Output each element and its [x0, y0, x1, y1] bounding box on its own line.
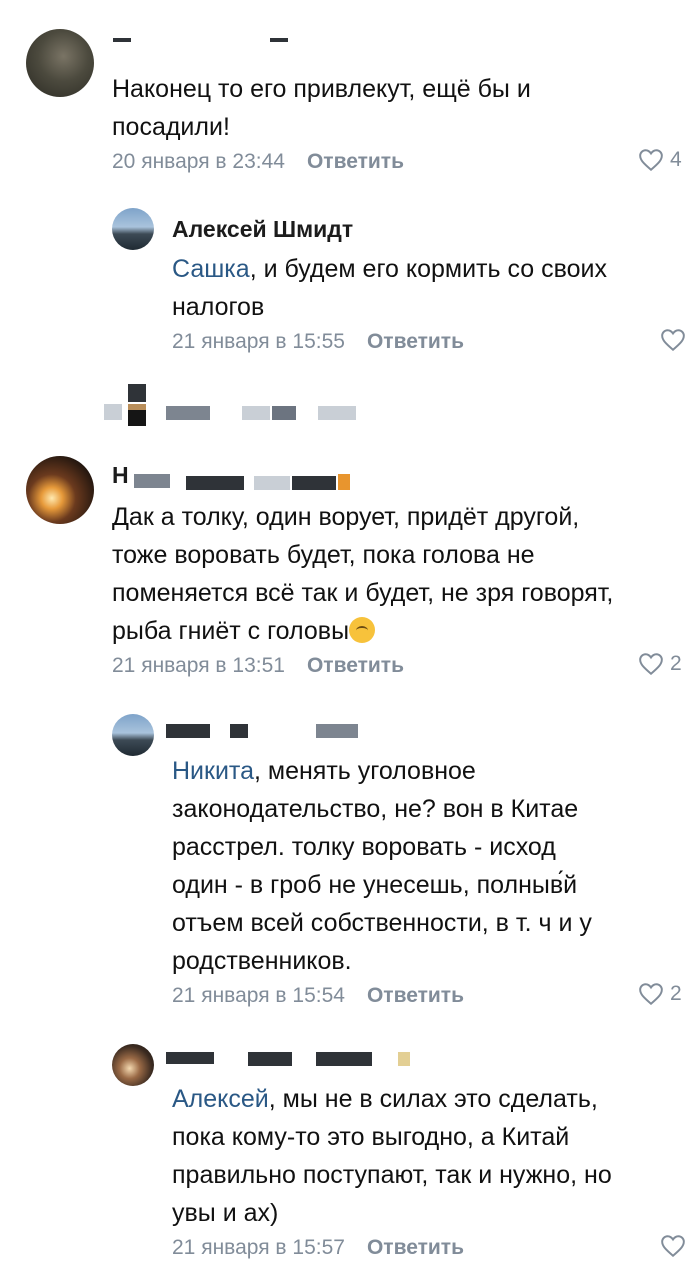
mention-link[interactable]: Алексей	[172, 1085, 269, 1113]
avatar[interactable]	[26, 29, 94, 97]
heart-outline-icon	[639, 149, 663, 172]
like-button[interactable]: 2	[638, 652, 682, 676]
mention-link[interactable]: Сашка	[172, 255, 250, 283]
author-name-initial[interactable]: Н	[112, 462, 129, 489]
comment-date: 21 января в 15:54	[172, 984, 345, 1007]
reply-button[interactable]: Ответить	[367, 984, 464, 1007]
comment-date: 20 января в 23:44	[112, 150, 285, 173]
comment-date: 21 января в 13:51	[112, 654, 285, 677]
redacted-block	[272, 406, 296, 420]
redacted-block	[104, 404, 122, 420]
redacted-name	[292, 476, 336, 490]
comment-text: Алексей, мы не в силах это сделать, пока…	[172, 1085, 612, 1227]
redacted-name	[166, 1052, 214, 1064]
redacted-name	[254, 476, 290, 490]
comment-text: Сашка, и будем его кормить со своих нало…	[172, 255, 607, 321]
redacted-name	[338, 474, 350, 490]
comment-text: Никита, менять уголовное законодательств…	[172, 757, 592, 975]
redacted-name	[166, 724, 210, 738]
comment-meta: 21 января в 15:54 Ответить	[172, 984, 464, 1008]
like-count: 4	[670, 148, 682, 171]
redacted-name	[134, 474, 170, 488]
comment-meta: 21 января в 15:57 Ответить	[172, 1236, 464, 1260]
avatar[interactable]	[112, 714, 154, 756]
redacted-block	[128, 410, 146, 426]
like-count: 2	[670, 652, 682, 675]
redacted-name	[248, 1052, 292, 1066]
reply-button[interactable]: Ответить	[367, 330, 464, 353]
avatar[interactable]	[112, 208, 154, 250]
heart-outline-icon	[661, 1235, 685, 1258]
redacted-name	[113, 38, 131, 42]
redacted-name	[316, 724, 358, 738]
like-button[interactable]	[660, 328, 686, 352]
like-count: 2	[670, 982, 682, 1005]
like-button[interactable]: 2	[638, 982, 682, 1006]
heart-outline-icon	[639, 653, 663, 676]
comment-meta: 21 января в 15:55 Ответить	[172, 330, 464, 354]
redacted-name	[316, 1052, 372, 1066]
like-button[interactable]	[660, 1234, 686, 1258]
reply-button[interactable]: Ответить	[307, 150, 404, 173]
heart-outline-icon	[639, 983, 663, 1006]
like-button[interactable]: 4	[638, 148, 682, 172]
mention-link[interactable]: Никита	[172, 757, 254, 785]
comment-date: 21 января в 15:57	[172, 1236, 345, 1259]
redacted-block	[166, 406, 210, 420]
redacted-block	[242, 406, 270, 420]
avatar[interactable]	[26, 456, 94, 524]
author-name[interactable]: Алексей Шмидт	[172, 216, 353, 243]
comment-meta: 21 января в 13:51 Ответить	[112, 654, 404, 678]
upside-down-face-emoji-icon	[349, 617, 376, 643]
redacted-name	[398, 1052, 410, 1066]
redacted-block	[128, 384, 146, 402]
avatar[interactable]	[112, 1044, 154, 1086]
comment-text: Наконец то его привлекут, ещё бы и посад…	[112, 75, 531, 141]
reply-button[interactable]: Ответить	[367, 1236, 464, 1259]
redacted-name	[270, 38, 288, 42]
redacted-name	[230, 724, 248, 738]
redacted-name	[186, 476, 244, 490]
redacted-block	[318, 406, 356, 420]
heart-outline-icon	[661, 329, 685, 352]
reply-button[interactable]: Ответить	[307, 654, 404, 677]
comment-text: Дак а толку, один ворует, придёт другой,…	[112, 503, 614, 645]
comment-meta: 20 января в 23:44 Ответить	[112, 150, 404, 174]
comment-date: 21 января в 15:55	[172, 330, 345, 353]
